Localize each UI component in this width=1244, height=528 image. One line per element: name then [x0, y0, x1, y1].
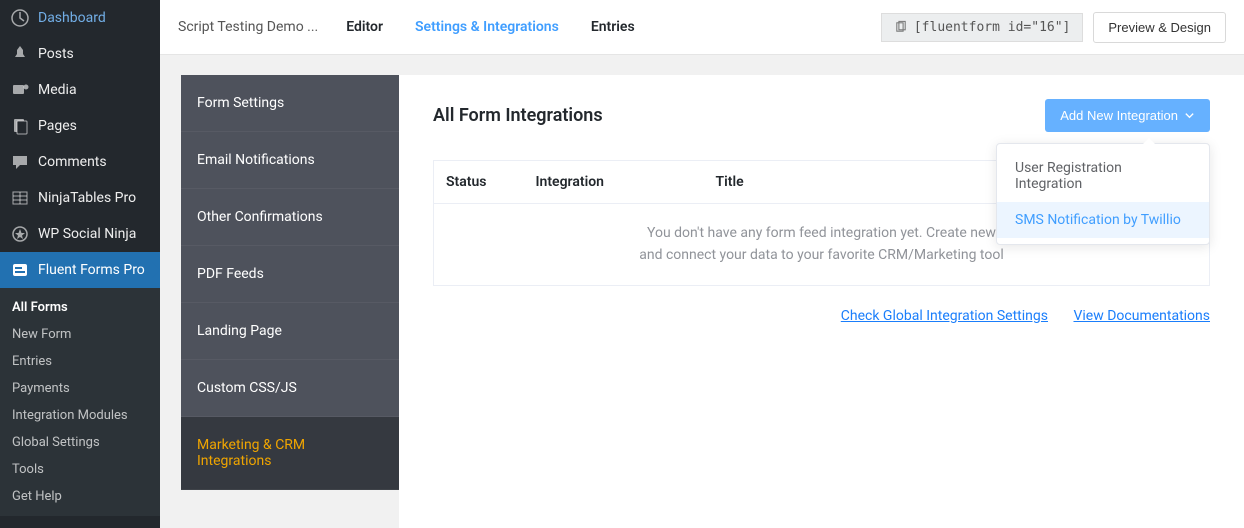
content-header: All Form Integrations Add New Integratio… [433, 99, 1210, 132]
submenu-global-settings[interactable]: Global Settings [0, 429, 160, 456]
menu-comments[interactable]: Comments [0, 144, 160, 180]
settings-tab-email-notifications[interactable]: Email Notifications [181, 132, 399, 189]
table-icon [10, 188, 30, 208]
page-title: All Form Integrations [433, 105, 603, 126]
preview-design-button[interactable]: Preview & Design [1093, 12, 1226, 43]
submenu-payments[interactable]: Payments [0, 375, 160, 402]
menu-label: Posts [38, 46, 74, 62]
menu-label: Fluent Forms Pro [38, 262, 145, 278]
comment-icon [10, 152, 30, 172]
pin-icon [10, 44, 30, 64]
menu-wpsocial[interactable]: WP Social Ninja [0, 216, 160, 252]
link-view-documentations[interactable]: View Documentations [1073, 308, 1210, 324]
menu-media[interactable]: Media [0, 72, 160, 108]
settings-tab-pdf-feeds[interactable]: PDF Feeds [181, 246, 399, 303]
settings-tab-custom-css-js[interactable]: Custom CSS/JS [181, 360, 399, 417]
menu-label: WP Social Ninja [38, 226, 136, 242]
settings-tab-form-settings[interactable]: Form Settings [181, 75, 399, 132]
wp-submenu: All Forms New Form Entries Payments Inte… [0, 288, 160, 516]
dashboard-icon [10, 8, 30, 28]
tab-editor[interactable]: Editor [346, 19, 383, 35]
topbar: Script Testing Demo ... Editor Settings … [160, 0, 1244, 55]
settings-sidebar: Form Settings Email Notifications Other … [181, 75, 399, 490]
submenu-all-forms[interactable]: All Forms [0, 294, 160, 321]
submenu-integration-modules[interactable]: Integration Modules [0, 402, 160, 429]
dropdown-sms-twilio[interactable]: SMS Notification by Twillio [997, 202, 1209, 238]
menu-dashboard[interactable]: Dashboard [0, 0, 160, 36]
menu-label: Comments [38, 154, 107, 170]
settings-tab-other-confirmations[interactable]: Other Confirmations [181, 189, 399, 246]
media-icon [10, 80, 30, 100]
menu-pages[interactable]: Pages [0, 108, 160, 144]
menu-fluentforms[interactable]: Fluent Forms Pro [0, 252, 160, 288]
shortcode-copy[interactable]: [fluentform id="16"] [881, 13, 1084, 42]
star-icon [10, 224, 30, 244]
footer-links: Check Global Integration Settings View D… [433, 308, 1210, 324]
link-global-integration-settings[interactable]: Check Global Integration Settings [841, 308, 1048, 324]
tab-entries[interactable]: Entries [591, 19, 635, 35]
dropdown-user-registration[interactable]: User Registration Integration [997, 150, 1209, 202]
pages-icon [10, 116, 30, 136]
settings-tab-landing-page[interactable]: Landing Page [181, 303, 399, 360]
menu-posts[interactable]: Posts [0, 36, 160, 72]
form-icon [10, 260, 30, 280]
menu-label: Media [38, 82, 77, 98]
menu-label: NinjaTables Pro [38, 190, 136, 206]
submenu-new-form[interactable]: New Form [0, 321, 160, 348]
form-title: Script Testing Demo ... [178, 19, 318, 35]
add-new-integration-button[interactable]: Add New Integration [1045, 99, 1210, 132]
submenu-entries[interactable]: Entries [0, 348, 160, 375]
chevron-down-icon [1184, 110, 1195, 121]
menu-label: Dashboard [38, 10, 106, 26]
submenu-tools[interactable]: Tools [0, 456, 160, 483]
settings-tab-marketing-crm[interactable]: Marketing & CRM Integrations [181, 417, 399, 490]
th-status: Status [434, 161, 524, 204]
th-integration: Integration [524, 161, 704, 204]
wp-admin-sidebar: Dashboard Posts Media Pages Comments Nin… [0, 0, 160, 528]
shortcode-text: [fluentform id="16"] [914, 20, 1071, 35]
copy-icon [894, 20, 908, 34]
main-content: All Form Integrations Add New Integratio… [399, 75, 1244, 528]
tab-settings-integrations[interactable]: Settings & Integrations [415, 19, 559, 35]
menu-ninjatables[interactable]: NinjaTables Pro [0, 180, 160, 216]
integration-dropdown: User Registration Integration SMS Notifi… [996, 143, 1210, 245]
add-btn-label: Add New Integration [1060, 108, 1178, 123]
menu-label: Pages [38, 118, 77, 134]
submenu-get-help[interactable]: Get Help [0, 483, 160, 510]
